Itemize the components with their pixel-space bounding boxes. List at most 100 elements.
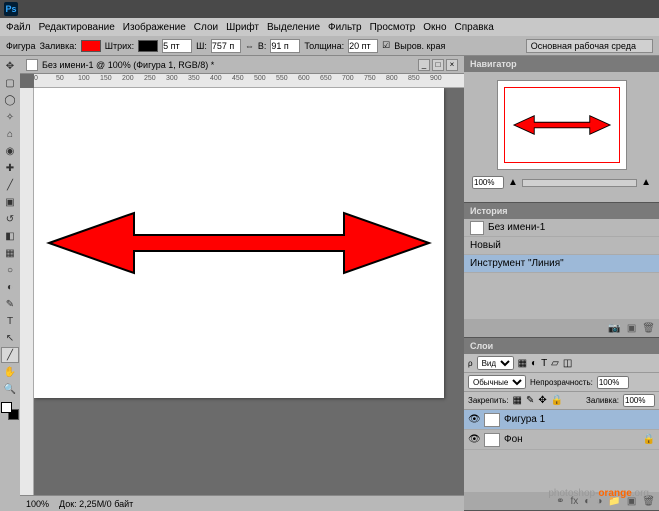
layer-thumb[interactable]	[484, 413, 500, 427]
menu-window[interactable]: Окно	[423, 22, 446, 33]
zoom-in-icon[interactable]: ▲	[641, 177, 651, 188]
ruler-vertical[interactable]	[20, 88, 34, 495]
menu-file[interactable]: Файл	[6, 22, 31, 33]
eraser-tool[interactable]: ◧	[1, 228, 19, 244]
fill-label: Заливка:	[40, 41, 77, 51]
wand-tool[interactable]: ✧	[1, 109, 19, 125]
zoom-out-icon[interactable]: ▲	[508, 177, 518, 188]
layer-thumb[interactable]	[484, 433, 500, 447]
path-tool[interactable]: ↖	[1, 330, 19, 346]
navigator-zoom-input[interactable]	[472, 176, 504, 189]
layers-kind-label: ρ	[468, 359, 473, 368]
navigator-zoom-slider[interactable]	[522, 179, 637, 187]
artboard[interactable]	[34, 88, 444, 398]
navigator-header[interactable]: Навигатор	[464, 56, 659, 72]
heal-tool[interactable]: ✚	[1, 160, 19, 176]
dodge-tool[interactable]: ◐	[1, 279, 19, 295]
document-tab[interactable]: Без имени-1 @ 100% (Фигура 1, RGB/8) * _…	[20, 56, 464, 74]
menu-help[interactable]: Справка	[455, 22, 494, 33]
fg-bg-colors[interactable]	[1, 402, 19, 420]
filter-shape-icon[interactable]: ▱	[551, 358, 559, 369]
layer-row[interactable]: 👁 Фон 🔒	[464, 430, 659, 450]
zoom-display[interactable]: 100%	[26, 499, 49, 509]
lock-all-icon[interactable]: 🔒	[551, 395, 563, 406]
history-trash-icon[interactable]: 🗑	[642, 323, 655, 334]
marquee-tool[interactable]: ▢	[1, 75, 19, 91]
toolbar: ✥ ▢ ◯ ✧ ⌂ ◉ ✚ ╱ ▣ ↺ ◧ ▦ ○ ◐ ✎ T ↖ ╱ ✋ 🔍	[0, 56, 20, 511]
doc-min-button[interactable]: _	[418, 59, 430, 71]
history-camera-icon[interactable]: 📷	[608, 323, 620, 334]
filter-type-icon[interactable]: T	[541, 358, 547, 369]
lock-trans-icon[interactable]: ▦	[513, 395, 522, 406]
filter-smart-icon[interactable]: ◫	[563, 358, 572, 369]
lock-paint-icon[interactable]: ✎	[526, 395, 534, 406]
link-icon[interactable]: ⇔	[245, 41, 254, 51]
double-arrow-shape[interactable]	[44, 208, 434, 278]
layer-name[interactable]: Фон	[504, 434, 523, 445]
fill-swatch[interactable]	[81, 40, 101, 52]
shape-mode-label[interactable]: Фигура	[6, 41, 36, 51]
width-label: Ш:	[196, 41, 207, 51]
ruler-horizontal[interactable]: 0501001502002503003504004505005506006507…	[34, 74, 464, 88]
menu-type[interactable]: Шрифт	[226, 22, 259, 33]
crop-tool[interactable]: ⌂	[1, 126, 19, 142]
lock-icon: 🔒	[643, 434, 655, 445]
menu-layers[interactable]: Слои	[194, 22, 218, 33]
opacity-label: Непрозрачность:	[530, 378, 593, 387]
history-new-icon[interactable]: ▣	[627, 323, 636, 334]
align-checkbox-label[interactable]: ☑	[382, 40, 390, 51]
menu-image[interactable]: Изображение	[123, 22, 186, 33]
lock-pos-icon[interactable]: ✥	[538, 395, 546, 406]
blur-tool[interactable]: ○	[1, 262, 19, 278]
options-bar: Фигура Заливка: Штрих: Ш: ⇔ В: Толщина: …	[0, 36, 659, 56]
type-tool[interactable]: T	[1, 313, 19, 329]
doc-close-button[interactable]: ×	[446, 59, 458, 71]
layer-name[interactable]: Фигура 1	[504, 414, 545, 425]
snapshot-name: Без имени-1	[488, 222, 545, 233]
doc-info[interactable]: Док: 2,25M/0 байт	[59, 499, 133, 509]
opacity-input[interactable]	[597, 376, 629, 389]
history-panel: История Без имени-1 Новый Инструмент "Ли…	[464, 203, 659, 338]
visibility-icon[interactable]: 👁	[468, 414, 480, 426]
navigator-viewbox[interactable]	[504, 87, 620, 163]
pen-tool[interactable]: ✎	[1, 296, 19, 312]
history-item[interactable]: Инструмент "Линия"	[464, 255, 659, 273]
line-tool[interactable]: ╱	[1, 347, 19, 363]
menu-filter[interactable]: Фильтр	[328, 22, 362, 33]
doc-max-button[interactable]: □	[432, 59, 444, 71]
history-item[interactable]: Новый	[464, 237, 659, 255]
height-input[interactable]	[270, 39, 300, 53]
lasso-tool[interactable]: ◯	[1, 92, 19, 108]
hand-tool[interactable]: ✋	[1, 364, 19, 380]
brush-tool[interactable]: ╱	[1, 177, 19, 193]
menu-view[interactable]: Просмотр	[370, 22, 416, 33]
gradient-tool[interactable]: ▦	[1, 245, 19, 261]
canvas[interactable]	[34, 88, 464, 495]
history-header[interactable]: История	[464, 203, 659, 219]
history-item-label: Инструмент "Линия"	[470, 258, 564, 269]
navigator-preview[interactable]	[497, 80, 627, 170]
layers-header[interactable]: Слои	[464, 338, 659, 354]
stamp-tool[interactable]: ▣	[1, 194, 19, 210]
layer-row[interactable]: 👁 Фигура 1	[464, 410, 659, 430]
workspace-selector[interactable]: Основная рабочая среда	[526, 39, 653, 53]
menu-select[interactable]: Выделение	[267, 22, 320, 33]
eyedropper-tool[interactable]: ◉	[1, 143, 19, 159]
filter-adjust-icon[interactable]: ◐	[531, 358, 537, 369]
visibility-icon[interactable]: 👁	[468, 434, 480, 446]
history-brush-tool[interactable]: ↺	[1, 211, 19, 227]
menu-edit[interactable]: Редактирование	[39, 22, 115, 33]
weight-input[interactable]	[348, 39, 378, 53]
stroke-swatch[interactable]	[138, 40, 158, 52]
move-tool[interactable]: ✥	[1, 58, 19, 74]
stroke-width-input[interactable]	[162, 39, 192, 53]
layers-kind-select[interactable]: Вид	[477, 356, 514, 370]
history-snapshot[interactable]: Без имени-1	[464, 219, 659, 237]
panels: Навигатор ▲ ▲ История	[464, 56, 659, 511]
zoom-tool[interactable]: 🔍	[1, 381, 19, 397]
filter-pixel-icon[interactable]: ▦	[518, 358, 527, 369]
fg-color[interactable]	[1, 402, 12, 413]
blend-mode-select[interactable]: Обычные	[468, 375, 526, 389]
width-input[interactable]	[211, 39, 241, 53]
fill-opacity-input[interactable]	[623, 394, 655, 407]
